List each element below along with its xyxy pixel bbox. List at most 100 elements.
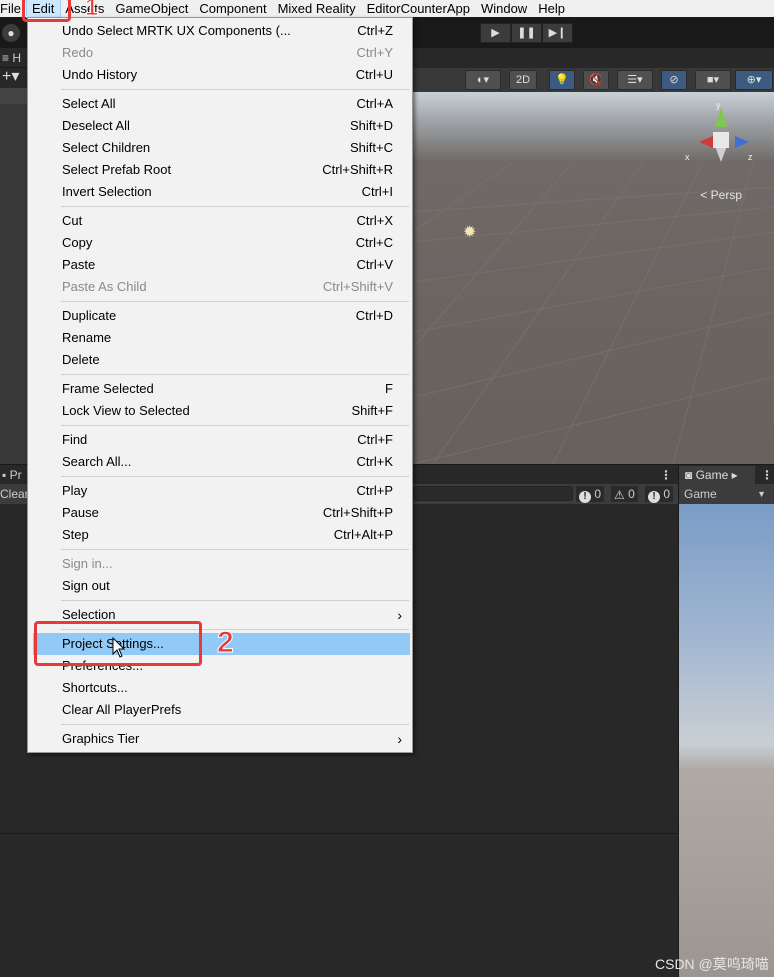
menu-item-invert-selection[interactable]: Invert Selection Ctrl+I (28, 181, 412, 203)
menu-item-label: Duplicate (62, 308, 117, 323)
menu-item-label: Rename (62, 330, 112, 345)
menu-item-shortcut: Ctrl+K (356, 454, 393, 469)
console-search-input[interactable] (413, 486, 573, 501)
error-count[interactable]: ! 0 (645, 486, 674, 503)
menu-item-shortcut: Shift+D (350, 118, 393, 133)
menu-item-paste[interactable]: Paste Ctrl+V (28, 254, 412, 276)
menu-separator (61, 476, 409, 477)
menu-item-select-prefab-root[interactable]: Select Prefab Root Ctrl+Shift+R (28, 159, 412, 181)
gizmo-z-label: z (748, 152, 753, 162)
menu-item-shortcut: Ctrl+I (361, 184, 393, 199)
gizmo-y-label: y (716, 100, 721, 110)
menu-item-label: Frame Selected (62, 381, 154, 396)
effects-icon[interactable]: ☰▾ (617, 70, 653, 90)
gizmos-icon[interactable]: ⊕▾ (735, 70, 773, 90)
menu-item-lock-view-to-selected[interactable]: Lock View to Selected Shift+F (28, 400, 412, 422)
menu-item-step[interactable]: Step Ctrl+Alt+P (28, 524, 412, 546)
play-icon[interactable]: ▶ (480, 23, 511, 43)
menu-item-cut[interactable]: Cut Ctrl+X (28, 210, 412, 232)
menu-item-label: Undo History (62, 67, 138, 82)
menu-item-sign-out[interactable]: Sign out (28, 575, 412, 597)
menu-item-label: Invert Selection (62, 184, 152, 199)
menu-item-undo-select-mrtk-ux-components[interactable]: Undo Select MRTK UX Components (... Ctrl+… (28, 20, 412, 42)
menu-item-select-children[interactable]: Select Children Shift+C (28, 137, 412, 159)
error-icon: ! (648, 491, 660, 503)
menu-item-label: Sign out (62, 578, 110, 593)
menu-separator (61, 724, 409, 725)
persp-label[interactable]: < Persp (700, 188, 742, 202)
menu-item-sign-in[interactable]: Sign in... (28, 553, 412, 575)
menu-item-search-all[interactable]: Search All... Ctrl+K (28, 451, 412, 473)
game-tab-label: Game (695, 468, 729, 482)
menu-separator (61, 425, 409, 426)
console-tab[interactable]: ▪ Pr (2, 468, 22, 482)
lower-panel (0, 835, 678, 977)
menu-item-label: Redo (62, 45, 94, 60)
pause-icon[interactable]: ❚❚ (511, 23, 542, 43)
menu-component[interactable]: Component (194, 0, 272, 17)
menu-item-label: Find (62, 432, 88, 447)
hierarchy-row[interactable] (0, 88, 28, 104)
game-kebab-icon[interactable]: ⋮ (761, 468, 773, 482)
game-view[interactable] (678, 504, 774, 977)
visibility-icon[interactable]: ⊘ (661, 70, 687, 90)
step-icon[interactable]: ▶❙ (542, 23, 573, 43)
menu-window[interactable]: Window (476, 0, 533, 17)
sun-icon[interactable]: ✹ (463, 222, 476, 242)
menu-item-label: Paste As Child (62, 279, 147, 294)
menu-item-play[interactable]: Play Ctrl+P (28, 480, 412, 502)
kebab-menu-icon[interactable]: ⋮ (660, 468, 672, 482)
chevron-right-icon: › (397, 607, 402, 623)
menu-editorcounterapp[interactable]: EditorCounterApp (362, 0, 476, 17)
menu-separator (61, 549, 409, 550)
menu-item-clear-all-playerprefs[interactable]: Clear All PlayerPrefs (28, 699, 412, 721)
menu-item-select-all[interactable]: Select All Ctrl+A (28, 93, 412, 115)
menu-item-shortcut: Ctrl+Shift+V (322, 279, 393, 294)
scene-view[interactable]: ✹ y x z < Persp (413, 92, 774, 464)
annotation-box-1 (22, 0, 71, 22)
menu-item-shortcuts[interactable]: Shortcuts... (28, 677, 412, 699)
menu-item-redo[interactable]: Redo Ctrl+Y (28, 42, 412, 64)
camera-icon[interactable]: ■▾ (695, 70, 731, 90)
account-icon[interactable]: ● (2, 24, 20, 42)
game-tab[interactable]: ◙ Game ▸ (679, 466, 755, 484)
menu-item-graphics-tier[interactable]: Graphics Tier › (28, 728, 412, 750)
menu-item-frame-selected[interactable]: Frame Selected F (28, 378, 412, 400)
hierarchy-tab[interactable]: ≡ H (0, 48, 28, 68)
info-icon: ! (579, 491, 591, 503)
clear-button[interactable]: Clear (0, 487, 29, 501)
lighting-icon[interactable]: 💡 (549, 70, 575, 90)
info-count[interactable]: ! 0 (576, 486, 605, 503)
menu-item-label: Select Children (62, 140, 151, 155)
menu-item-deselect-all[interactable]: Deselect All Shift+D (28, 115, 412, 137)
menu-gameobject[interactable]: GameObject (110, 0, 194, 17)
menu-item-find[interactable]: Find Ctrl+F (28, 429, 412, 451)
menu-item-shortcut: Ctrl+A (356, 96, 393, 111)
game-display-label: Game (684, 487, 717, 501)
menu-item-label: Lock View to Selected (62, 403, 190, 418)
menu-item-duplicate[interactable]: Duplicate Ctrl+D (28, 305, 412, 327)
menu-item-shortcut: Ctrl+C (355, 235, 393, 250)
menu-item-undo-history[interactable]: Undo History Ctrl+U (28, 64, 412, 86)
shading-mode-button[interactable]: ◐▾ (465, 70, 501, 90)
menu-item-paste-as-child[interactable]: Paste As Child Ctrl+Shift+V (28, 276, 412, 298)
menu-item-pause[interactable]: Pause Ctrl+Shift+P (28, 502, 412, 524)
mode-2d-button[interactable]: 2D (509, 70, 537, 90)
menu-item-label: Step (62, 527, 89, 542)
audio-icon[interactable]: 🔇 (583, 70, 609, 90)
menu-item-label: Play (62, 483, 88, 498)
menu-separator (61, 206, 409, 207)
menu-item-shortcut: Ctrl+V (356, 257, 393, 272)
persp-text: Persp (710, 188, 742, 202)
menu-item-copy[interactable]: Copy Ctrl+C (28, 232, 412, 254)
game-display-dropdown[interactable]: Game ▼ (678, 484, 774, 504)
menu-item-delete[interactable]: Delete (28, 349, 412, 371)
plus-icon[interactable]: +▾ (0, 68, 28, 88)
menu-help[interactable]: Help (533, 0, 571, 17)
warning-count[interactable]: ⚠ 0 (611, 486, 638, 502)
menu-item-rename[interactable]: Rename (28, 327, 412, 349)
menu-item-shortcut: Shift+F (351, 403, 393, 418)
menu-item-label: Pause (62, 505, 99, 520)
chevron-down-icon: ▼ (757, 489, 766, 499)
menu-mixed-reality[interactable]: Mixed Reality (273, 0, 362, 17)
